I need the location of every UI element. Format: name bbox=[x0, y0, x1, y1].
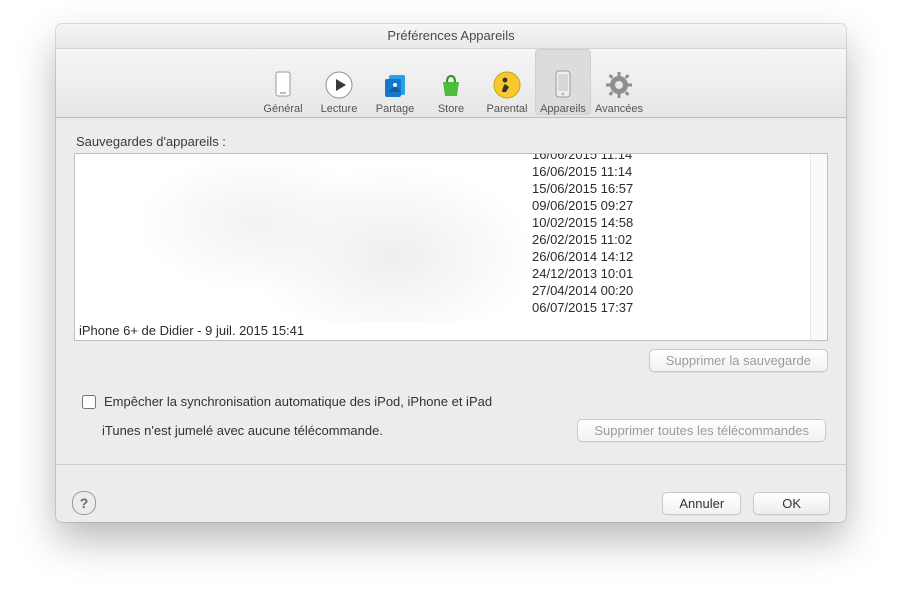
tab-general[interactable]: Général bbox=[255, 49, 311, 115]
delete-remotes-button[interactable]: Supprimer toutes les télécommandes bbox=[577, 419, 826, 442]
cancel-button[interactable]: Annuler bbox=[662, 492, 741, 515]
backup-date[interactable]: 26/02/2015 11:02 bbox=[532, 231, 810, 248]
backup-date[interactable]: 27/04/2014 00:20 bbox=[532, 282, 810, 299]
tab-playback[interactable]: Lecture bbox=[311, 49, 367, 115]
separator bbox=[56, 464, 846, 465]
tab-label: Appareils bbox=[540, 103, 586, 115]
tab-label: Parental bbox=[487, 103, 528, 115]
list-item[interactable]: iPhone 6+ de Didier - 9 juil. 2015 15:41 bbox=[79, 323, 526, 338]
delete-backup-button[interactable]: Supprimer la sauvegarde bbox=[649, 349, 828, 372]
parental-icon bbox=[491, 69, 523, 101]
general-icon bbox=[267, 69, 299, 101]
redacted-area bbox=[77, 156, 528, 322]
tab-label: Avancées bbox=[595, 103, 643, 115]
tab-store[interactable]: Store bbox=[423, 49, 479, 115]
sharing-icon bbox=[379, 69, 411, 101]
prevent-sync-label: Empêcher la synchronisation automatique … bbox=[104, 394, 492, 409]
gear-icon bbox=[603, 69, 635, 101]
backup-list[interactable]: iPad de Didier iPhone 6+ de Didier - 9 j… bbox=[74, 153, 828, 341]
window-title: Préférences Appareils bbox=[56, 24, 846, 49]
remote-status: iTunes n'est jumelé avec aucune télécomm… bbox=[102, 423, 383, 438]
backup-date[interactable]: 26/06/2014 14:12 bbox=[532, 248, 810, 265]
backup-date[interactable]: 06/07/2015 17:37 bbox=[532, 299, 810, 316]
backup-date[interactable]: 24/12/2013 10:01 bbox=[532, 265, 810, 282]
prevent-sync-checkbox[interactable] bbox=[82, 395, 96, 409]
tab-sharing[interactable]: Partage bbox=[367, 49, 423, 115]
tab-label: Lecture bbox=[321, 103, 358, 115]
tab-label: Store bbox=[438, 103, 464, 115]
play-icon bbox=[323, 69, 355, 101]
scrollbar[interactable] bbox=[810, 154, 827, 340]
device-icon bbox=[547, 69, 579, 101]
tab-parental[interactable]: Parental bbox=[479, 49, 535, 115]
backup-date[interactable]: 09/06/2015 09:27 bbox=[532, 197, 810, 214]
help-button[interactable]: ? bbox=[72, 491, 96, 515]
tab-devices[interactable]: Appareils bbox=[535, 49, 591, 115]
tab-label: Général bbox=[263, 103, 302, 115]
backups-label: Sauvegardes d'appareils : bbox=[76, 134, 828, 149]
backup-date[interactable]: 16/06/2015 11:14 bbox=[532, 153, 810, 163]
preferences-toolbar: Général Lecture Partage Store bbox=[56, 49, 846, 118]
backup-date[interactable]: 10/02/2015 14:58 bbox=[532, 214, 810, 231]
ok-button[interactable]: OK bbox=[753, 492, 830, 515]
tab-label: Partage bbox=[376, 103, 415, 115]
backup-date[interactable]: 15/06/2015 16:57 bbox=[532, 180, 810, 197]
backup-date[interactable]: 16/06/2015 11:14 bbox=[532, 163, 810, 180]
preferences-window: Préférences Appareils Général Lecture Pa… bbox=[56, 24, 846, 522]
tab-advanced[interactable]: Avancées bbox=[591, 49, 647, 115]
store-icon bbox=[435, 69, 467, 101]
